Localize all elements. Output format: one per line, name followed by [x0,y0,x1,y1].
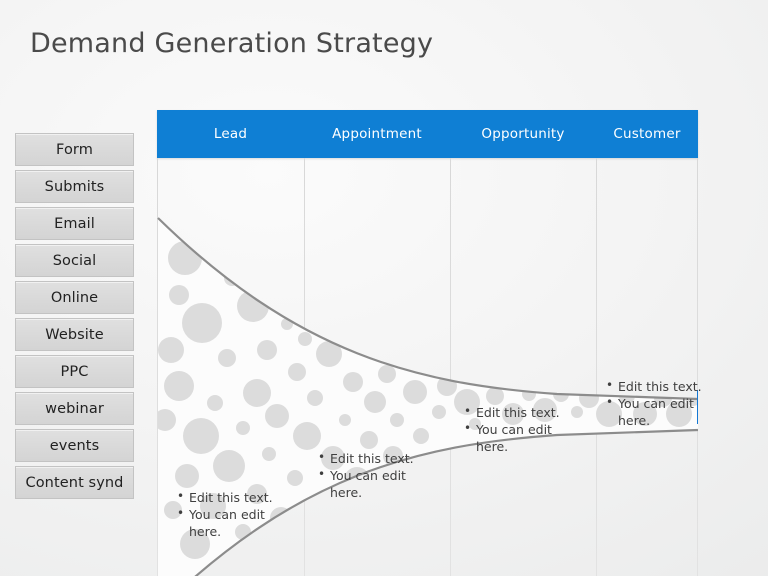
sidebar-item-content-synd[interactable]: Content synd [15,466,134,499]
page-title: Demand Generation Strategy [30,28,434,59]
bullet-item: Edit this text. [177,488,297,506]
bullet-item: You can edit here. [318,466,438,501]
bullet-item: You can edit here. [606,394,718,429]
sidebar-item-label: webinar [45,400,104,417]
stage-header-label: Lead [213,126,248,142]
bullet-item: You can edit here. [177,505,297,540]
stage-text-opportunity: Edit this text. You can edit here. [464,403,584,455]
sidebar-item-label: Content synd [25,474,124,491]
sidebar-item-label: Submits [44,178,105,195]
sidebar-item-label: Form [56,141,93,158]
sidebar-item-label: Website [45,326,104,343]
bullet-item: You can edit here. [464,420,584,455]
sidebar-item-website[interactable]: Website [15,318,134,351]
sidebar-item-webinar[interactable]: webinar [15,392,134,425]
stage-header-label: Customer [613,126,681,142]
stage-header-lead[interactable]: Lead [157,110,304,158]
stage-header-opportunity[interactable]: Opportunity [450,110,596,158]
stage-header-label: Opportunity [481,126,565,142]
sidebar-item-label: PPC [60,363,89,380]
sidebar-item-ppc[interactable]: PPC [15,355,134,388]
sidebar-item-events[interactable]: events [15,429,134,462]
bullet-item: Edit this text. [606,377,718,395]
input-channels-sidebar: Form Submits Email Social Online Website… [15,133,134,503]
stage-text-lead: Edit this text. You can edit here. [177,488,297,540]
sidebar-item-label: Social [52,252,97,269]
bullet-item: Edit this text. [318,449,438,467]
stage-header-appointment[interactable]: Appointment [304,110,450,158]
stage-text-appointment: Edit this text. You can edit here. [318,449,438,501]
sidebar-item-label: Email [54,215,95,232]
bullet-item: Edit this text. [464,403,584,421]
stage-header-customer[interactable]: Customer [596,110,698,158]
sidebar-item-email[interactable]: Email [15,207,134,240]
sidebar-item-label: events [49,437,100,454]
sidebar-item-label: Online [50,289,99,306]
sidebar-item-submits[interactable]: Submits [15,170,134,203]
sidebar-item-social[interactable]: Social [15,244,134,277]
stage-text-customer: Edit this text. You can edit here. [606,377,718,429]
stage-header-label: Appointment [332,126,422,142]
sidebar-item-form[interactable]: Form [15,133,134,166]
sidebar-item-online[interactable]: Online [15,281,134,314]
funnel-diagram: Lead Appointment Opportunity Customer • … [157,110,702,576]
